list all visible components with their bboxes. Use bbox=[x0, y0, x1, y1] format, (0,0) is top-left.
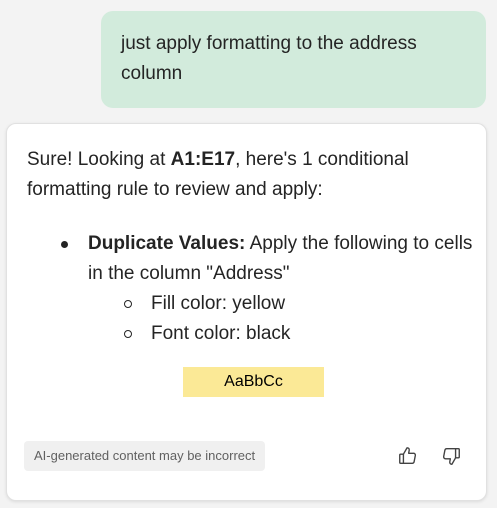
rule-detail-item: Fill color: yellow bbox=[88, 289, 477, 319]
bullet-icon bbox=[61, 241, 68, 248]
user-message-bubble: just apply formatting to the address col… bbox=[101, 11, 486, 108]
rule-list: Duplicate Values: Apply the following to… bbox=[7, 229, 477, 349]
rule-detail-fill: Fill color: yellow bbox=[151, 293, 286, 314]
thumbs-down-button[interactable] bbox=[438, 443, 464, 469]
reply-intro-prefix: Sure! Looking at bbox=[27, 149, 171, 170]
reply-range: A1:E17 bbox=[170, 149, 236, 170]
thumbs-up-icon bbox=[399, 447, 417, 465]
sub-bullet-icon bbox=[124, 300, 132, 308]
sub-bullet-icon bbox=[124, 330, 132, 338]
rule-details: Fill color: yellow Font color: black bbox=[88, 289, 477, 349]
ai-disclaimer-badge: AI-generated content may be incorrect bbox=[24, 441, 266, 471]
reply-intro: Sure! Looking at A1:E17, here's 1 condit… bbox=[27, 145, 477, 205]
chat-pane: just apply formatting to the address col… bbox=[0, 0, 497, 508]
format-preview-swatch: AaBbCc bbox=[183, 367, 324, 397]
rule-detail-font: Font color: black bbox=[151, 323, 291, 344]
user-message-text: just apply formatting to the address col… bbox=[121, 33, 417, 84]
reply-footer: AI-generated content may be incorrect bbox=[24, 441, 474, 471]
assistant-reply-card: Sure! Looking at A1:E17, here's 1 condit… bbox=[6, 123, 487, 501]
rule-title: Duplicate Values: bbox=[88, 233, 246, 254]
rule-detail-item: Font color: black bbox=[88, 319, 477, 349]
thumbs-down-icon bbox=[442, 447, 460, 465]
thumbs-up-button[interactable] bbox=[395, 443, 421, 469]
rule-item: Duplicate Values: Apply the following to… bbox=[7, 229, 477, 349]
